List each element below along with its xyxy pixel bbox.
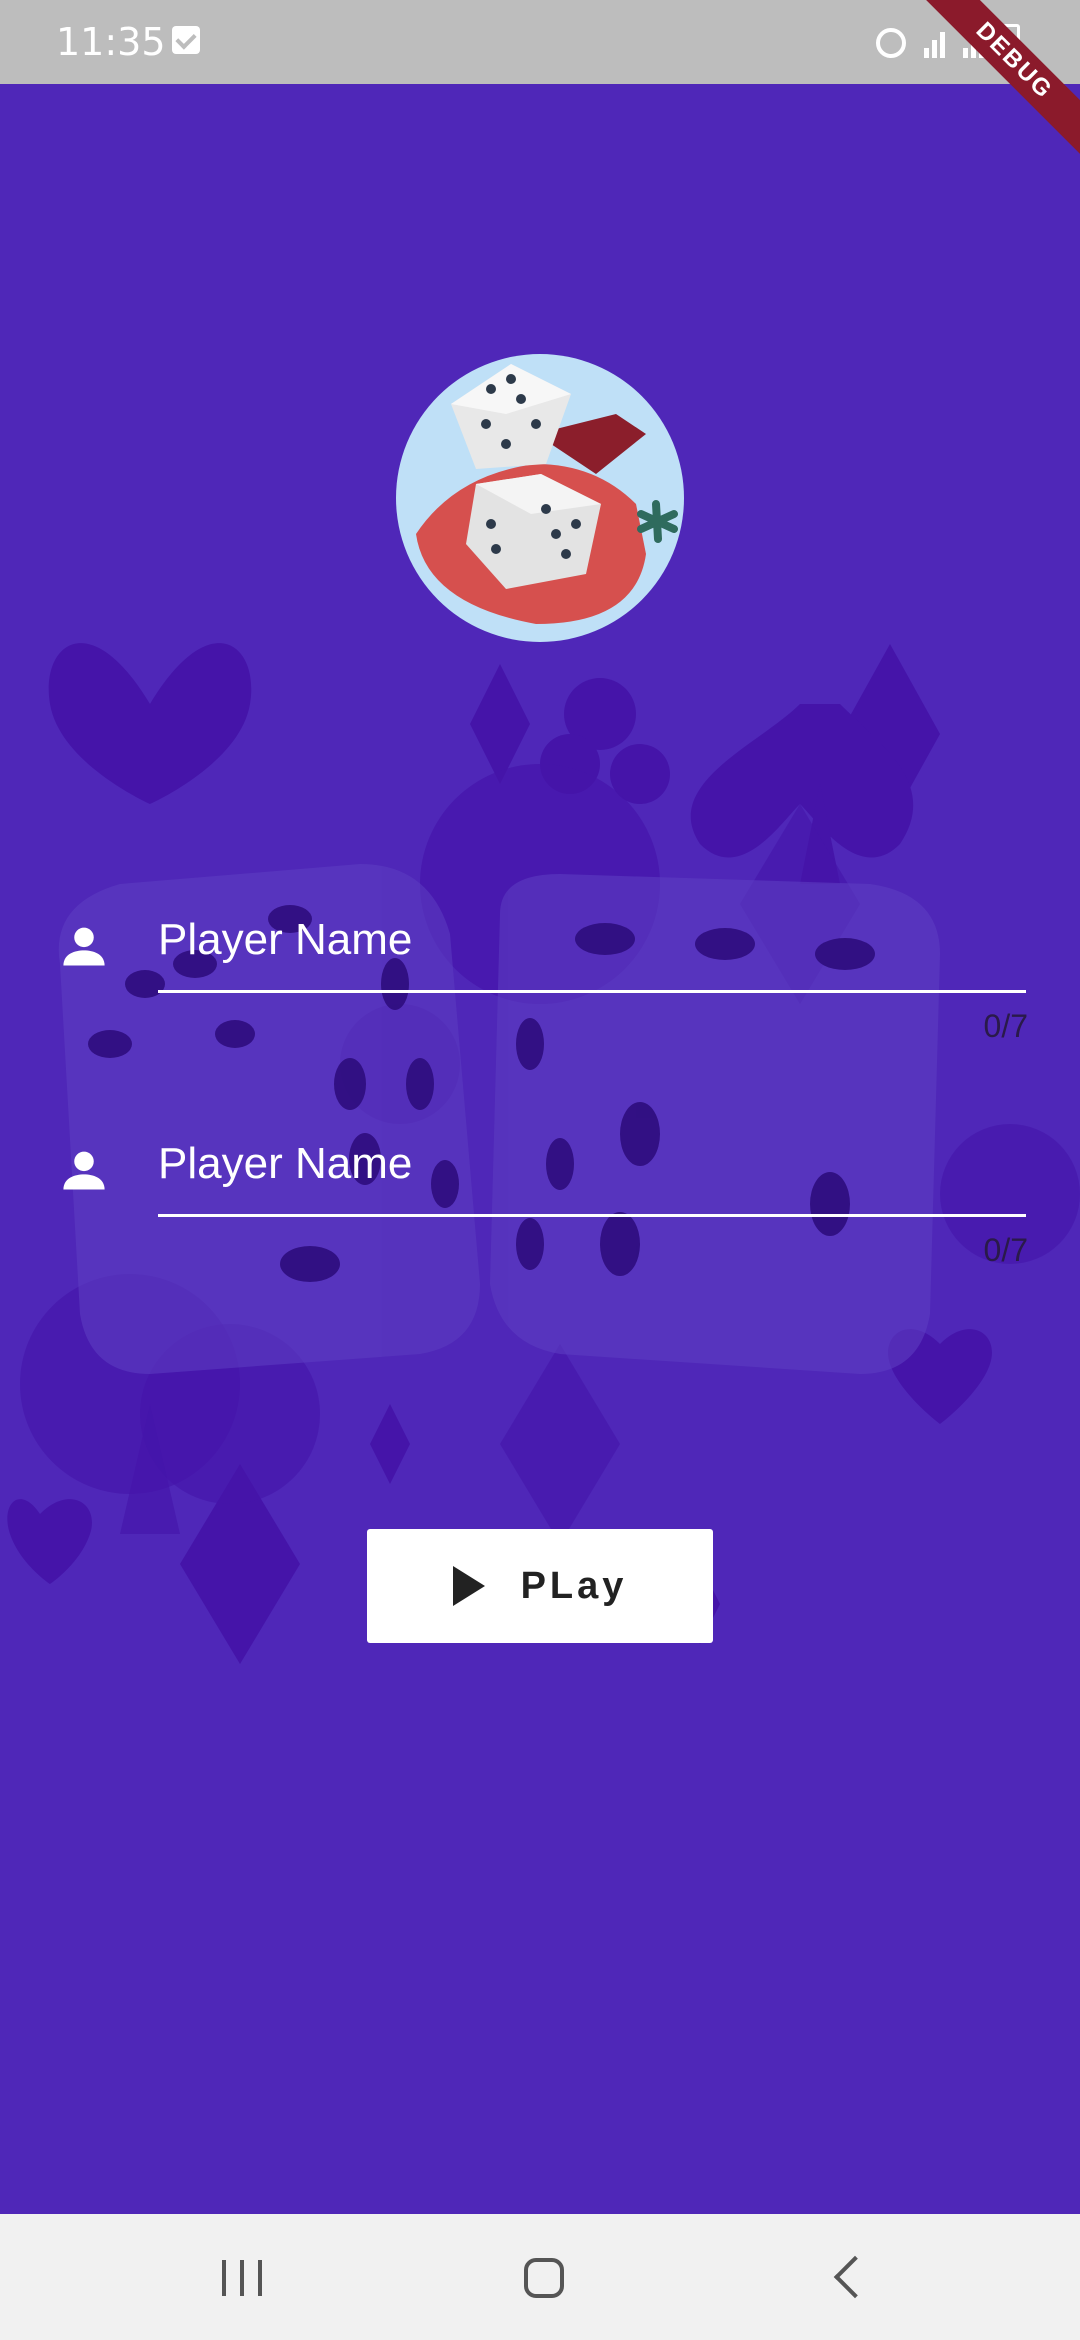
- home-icon[interactable]: [524, 2258, 564, 2298]
- status-time: 11:35: [56, 20, 166, 64]
- navigation-bar: [0, 2214, 1080, 2340]
- play-button-label: PLay: [520, 1564, 628, 1607]
- play-button[interactable]: PLay: [367, 1529, 713, 1643]
- battery-icon: [1002, 24, 1020, 58]
- player-2-char-counter: 0/7: [983, 1232, 1028, 1268]
- player-1-name-input[interactable]: [158, 890, 1026, 993]
- notification-check-icon: [172, 26, 200, 54]
- status-bar: 11:35: [0, 0, 1080, 84]
- play-icon: [452, 1566, 485, 1606]
- dice-logo: [396, 354, 684, 642]
- dice-icon: [416, 364, 678, 624]
- player-1-char-counter: 0/7: [983, 1008, 1028, 1044]
- recents-icon[interactable]: [222, 2260, 262, 2296]
- back-icon[interactable]: [833, 2255, 877, 2299]
- player-1-input-row: 0/7: [0, 880, 1080, 1080]
- signal-icon-2: [963, 26, 984, 58]
- player-2-input-row: 0/7: [0, 1104, 1080, 1304]
- person-icon: [63, 927, 105, 966]
- player-2-name-input[interactable]: [158, 1114, 1026, 1217]
- alarm-icon: [876, 28, 906, 58]
- status-icons: [876, 24, 1020, 58]
- signal-icon: [924, 26, 945, 58]
- person-icon: [63, 1151, 105, 1190]
